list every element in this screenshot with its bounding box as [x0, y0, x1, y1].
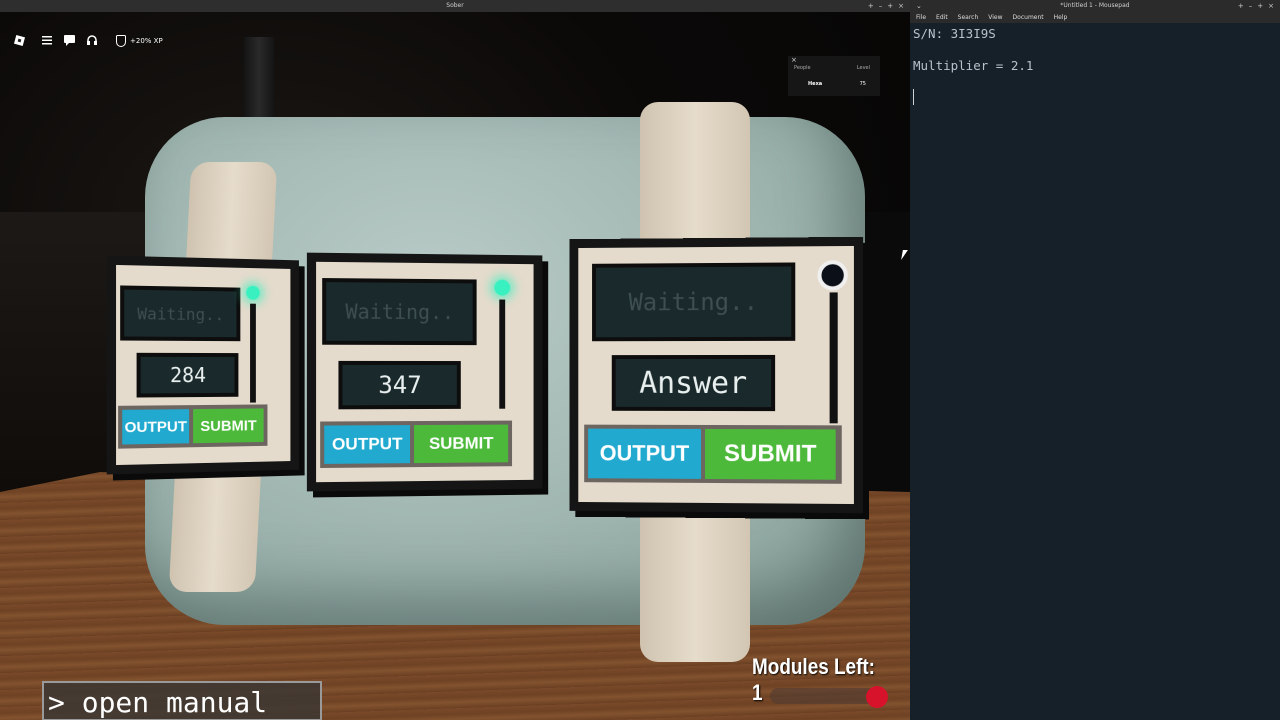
output-button[interactable]: OUTPUT	[588, 429, 701, 479]
menu-search[interactable]: Search	[958, 12, 979, 23]
wire	[830, 292, 838, 423]
timer-indicator	[866, 686, 888, 708]
chat-icon[interactable]	[63, 34, 76, 49]
player-name[interactable]: Hexa	[808, 81, 822, 87]
module-number-display: 347	[338, 361, 460, 409]
editor-line-3: Multiplier = 2.1	[913, 58, 1033, 73]
text-caret	[913, 89, 914, 105]
menu-file[interactable]: File	[916, 12, 926, 23]
sober-titlebar: Sober + – + ×	[0, 0, 910, 12]
output-button[interactable]: OUTPUT	[122, 409, 189, 444]
status-led-icon	[494, 280, 510, 296]
module-screen: Waiting..	[322, 278, 476, 345]
menu-help[interactable]: Help	[1054, 12, 1068, 23]
submit-button[interactable]: SUBMIT	[414, 425, 508, 464]
editor-line-1: S/N: 3I3I9S	[913, 26, 996, 41]
answer-input[interactable]: Answer	[612, 355, 775, 411]
mousepad-titlebar: ⌄ *Untitled 1 - Mousepad + – + ×	[910, 0, 1280, 12]
status-led-icon	[817, 260, 847, 290]
xp-label: +20% XP	[130, 34, 163, 48]
game-viewport[interactable]: Waiting.. 284 OUTPUT SUBMIT Waiting.. 34…	[0, 12, 910, 720]
bomb-module-2: Waiting.. 347 OUTPUT SUBMIT	[307, 253, 542, 492]
module-screen: Waiting..	[120, 285, 240, 341]
close-button[interactable]: ×	[1268, 0, 1274, 12]
bomb-module-1: Waiting.. 284 OUTPUT SUBMIT	[107, 256, 299, 475]
close-button[interactable]: ×	[898, 0, 904, 12]
chat-input[interactable]: > open manual	[42, 681, 322, 720]
mousepad-window: ⌄ *Untitled 1 - Mousepad + – + × File Ed…	[910, 0, 1280, 720]
menu-icon[interactable]	[41, 34, 53, 49]
bomb-module-3: Waiting.. Answer OUTPUT SUBMIT	[569, 237, 863, 513]
menu-edit[interactable]: Edit	[936, 12, 948, 23]
xp-boost-badge: +20% XP	[116, 34, 163, 48]
sober-window-title: Sober	[0, 0, 910, 12]
menubar: File Edit Search View Document Help	[910, 12, 1280, 23]
level-header: Level	[857, 65, 870, 71]
maximize-button[interactable]: +	[1257, 0, 1263, 12]
submit-button[interactable]: SUBMIT	[705, 429, 836, 480]
output-button[interactable]: OUTPUT	[324, 425, 410, 464]
pin-button[interactable]: +	[868, 0, 874, 12]
roblox-logo-icon[interactable]	[13, 34, 26, 50]
module-screen: Waiting..	[592, 262, 795, 341]
player-level: 75	[860, 81, 866, 87]
wire	[250, 304, 256, 403]
sober-window: Sober + – + × Waiting.. 284 OUTPUT SUBMI…	[0, 0, 910, 720]
shield-icon	[116, 35, 126, 47]
people-header: People	[794, 65, 811, 71]
pin-button[interactable]: +	[1238, 0, 1244, 12]
wire	[499, 300, 505, 409]
minimize-button[interactable]: –	[879, 0, 883, 12]
status-led-icon	[246, 286, 260, 300]
close-icon[interactable]: ×	[791, 56, 797, 64]
text-editor[interactable]: S/N: 3I3I9S Multiplier = 2.1	[910, 23, 1280, 720]
menu-document[interactable]: Document	[1013, 12, 1044, 23]
headset-icon[interactable]	[86, 34, 98, 49]
timer-track	[770, 688, 878, 704]
mousepad-window-title: *Untitled 1 - Mousepad	[910, 0, 1280, 12]
submit-button[interactable]: SUBMIT	[193, 408, 263, 443]
player-list: × People Level Hexa 75	[788, 56, 880, 96]
maximize-button[interactable]: +	[887, 0, 893, 12]
menu-view[interactable]: View	[988, 12, 1002, 23]
module-number-display: 284	[137, 353, 239, 398]
minimize-button[interactable]: –	[1249, 0, 1253, 12]
